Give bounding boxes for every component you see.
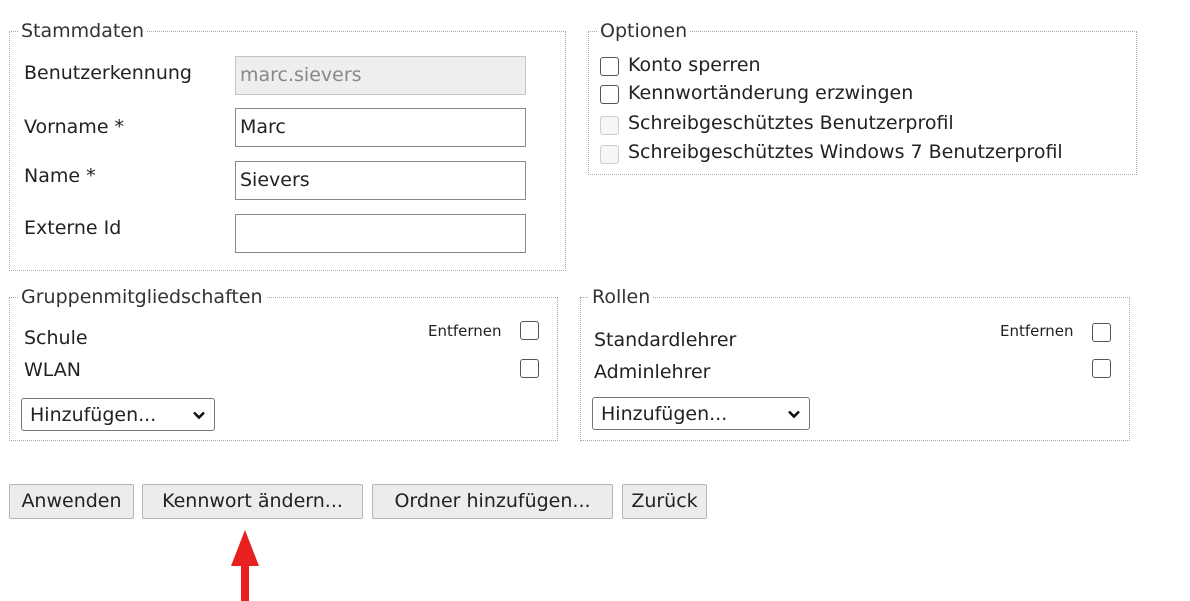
gruppe-item-schule: Schule <box>24 327 88 349</box>
externe-id-label: Externe Id <box>24 217 122 239</box>
rollen-add-select[interactable]: Hinzufügen... <box>592 397 810 430</box>
gruppen-add-select-value: Hinzufügen... <box>30 403 157 426</box>
benutzerkennung-field: marc.sievers <box>235 56 526 95</box>
gruppen-legend: Gruppenmitgliedschaften <box>21 286 263 308</box>
rolle-adminlehrer-remove-checkbox[interactable] <box>1092 359 1111 378</box>
red-arrow-annotation <box>231 530 259 601</box>
gruppe-item-wlan: WLAN <box>24 359 82 381</box>
back-button[interactable]: Zurück <box>622 484 707 519</box>
schreibgeschuetztes-win7-profil-label: Schreibgeschütztes Windows 7 Benutzerpro… <box>628 141 1063 163</box>
optionen-legend: Optionen <box>600 20 688 42</box>
konto-sperren-checkbox[interactable] <box>600 57 619 76</box>
rolle-standardlehrer-remove-checkbox[interactable] <box>1092 323 1111 342</box>
gruppen-entfernen-label: Entfernen <box>428 322 502 340</box>
name-label: Name * <box>24 165 96 187</box>
schreibgeschuetztes-profil-label: Schreibgeschütztes Benutzerprofil <box>628 112 954 134</box>
gruppen-add-select[interactable]: Hinzufügen... <box>21 398 215 431</box>
stammdaten-legend: Stammdaten <box>21 20 145 42</box>
apply-button[interactable]: Anwenden <box>9 484 134 519</box>
kennwortaenderung-checkbox[interactable] <box>600 85 619 104</box>
chevron-down-icon <box>193 411 205 419</box>
benutzerkennung-label: Benutzerkennung <box>24 62 192 84</box>
add-folder-button[interactable]: Ordner hinzufügen... <box>372 484 613 519</box>
rollen-entfernen-label: Entfernen <box>1000 322 1074 340</box>
kennwortaenderung-label: Kennwortänderung erzwingen <box>628 82 914 104</box>
vorname-field[interactable]: Marc <box>235 108 526 147</box>
rollen-add-select-value: Hinzufügen... <box>601 402 728 425</box>
externe-id-field[interactable] <box>235 214 526 253</box>
chevron-down-icon <box>788 410 800 418</box>
rollen-legend: Rollen <box>592 286 651 308</box>
schreibgeschuetztes-win7-profil-checkbox <box>600 145 619 164</box>
rolle-item-standardlehrer: Standardlehrer <box>594 329 737 351</box>
konto-sperren-label: Konto sperren <box>628 54 761 76</box>
name-field[interactable]: Sievers <box>235 161 526 200</box>
change-password-button[interactable]: Kennwort ändern... <box>142 484 363 519</box>
rolle-item-adminlehrer: Adminlehrer <box>594 361 711 383</box>
schreibgeschuetztes-profil-checkbox <box>600 116 619 135</box>
vorname-label: Vorname * <box>24 116 125 138</box>
gruppe-wlan-remove-checkbox[interactable] <box>520 359 539 378</box>
gruppe-schule-remove-checkbox[interactable] <box>520 321 539 340</box>
